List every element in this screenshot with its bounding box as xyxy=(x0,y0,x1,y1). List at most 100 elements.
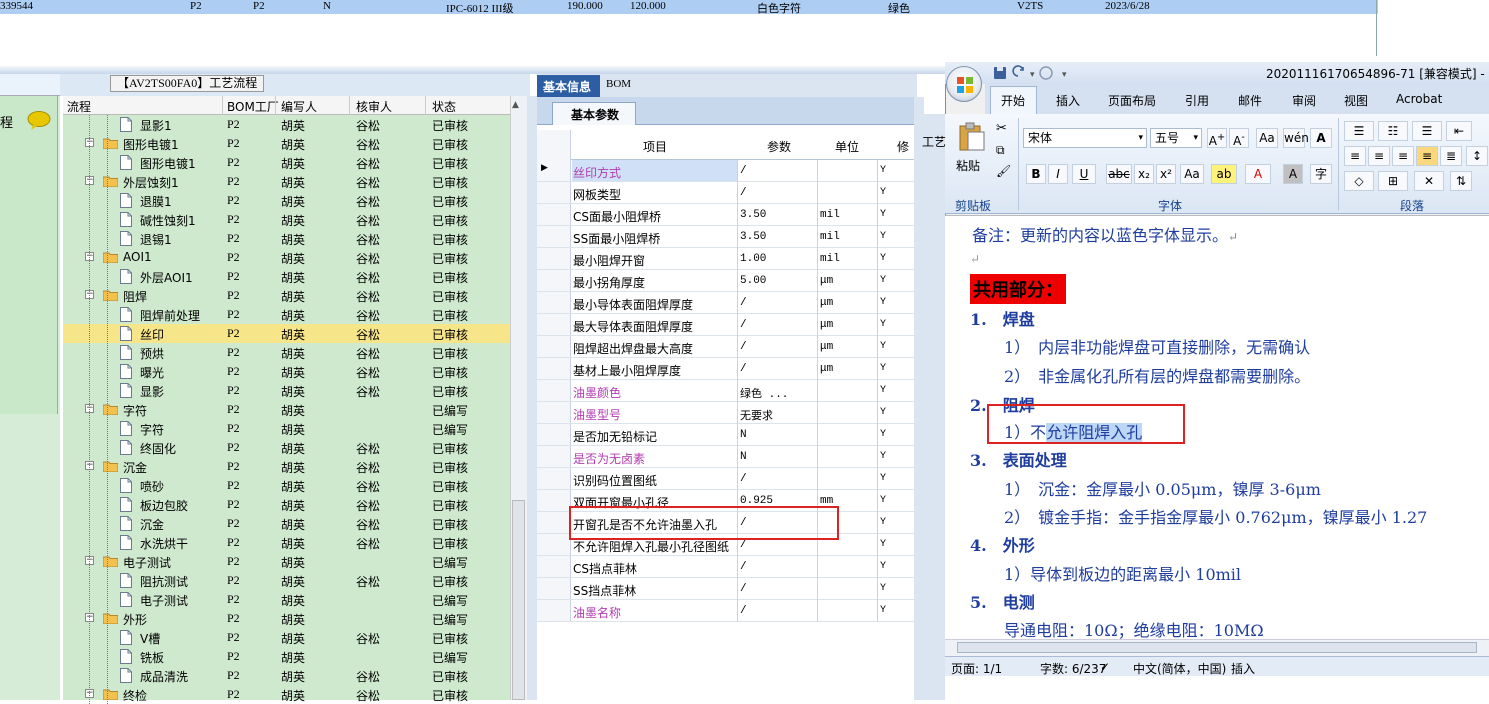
row-indicator[interactable] xyxy=(537,270,571,291)
row-indicator[interactable] xyxy=(537,446,571,467)
col-header-reviewer[interactable]: 核审人 xyxy=(356,98,392,115)
char-shading-button[interactable]: A xyxy=(1283,164,1303,184)
col-header-param[interactable]: 参数 xyxy=(767,138,791,155)
table-row[interactable]: 板边包胶 P2 胡英 谷松 已审核 xyxy=(63,495,510,514)
param-row[interactable]: 最大导体表面阻焊厚度 / μm Y xyxy=(537,314,914,336)
param-row[interactable]: 网板类型 / Y xyxy=(537,182,914,204)
shrink-font-button[interactable]: A- xyxy=(1229,128,1249,148)
param-value[interactable]: N xyxy=(740,451,747,463)
bold-button[interactable]: B xyxy=(1026,164,1046,184)
tab-insert[interactable]: 插入 xyxy=(1056,92,1080,109)
char-border-button[interactable]: A xyxy=(1310,128,1332,148)
table-row[interactable]: 碱性蚀刻1 P2 胡英 谷松 已审核 xyxy=(63,210,510,229)
param-value[interactable]: 5.00 xyxy=(740,275,766,287)
table-row[interactable]: − 图形电镀1 P2 胡英 谷松 已审核 xyxy=(63,134,510,153)
table-row[interactable]: 图形电镀1 P2 胡英 谷松 已审核 xyxy=(63,153,510,172)
font-size-combo[interactable]: 五号 ▾ xyxy=(1150,128,1202,148)
param-row[interactable]: ▶ 丝印方式 / Y xyxy=(537,160,914,182)
row-indicator[interactable] xyxy=(537,534,571,555)
row-indicator[interactable] xyxy=(537,248,571,269)
row-indicator[interactable] xyxy=(537,578,571,599)
status-insert-mode[interactable]: 插入 xyxy=(1231,660,1255,677)
justify-button[interactable]: ≡ xyxy=(1416,146,1438,166)
side-tab-label[interactable]: 工艺 xyxy=(922,133,946,150)
paste-label[interactable]: 粘贴 xyxy=(956,157,980,174)
col-header-edit[interactable]: 修 xyxy=(897,138,909,155)
decrease-indent-button[interactable]: ⇤ xyxy=(1446,121,1472,141)
row-indicator[interactable] xyxy=(537,204,571,225)
tab-page-layout[interactable]: 页面布局 xyxy=(1108,92,1156,109)
bullets-button[interactable]: ☰ xyxy=(1344,121,1374,141)
row-indicator[interactable] xyxy=(537,424,571,445)
col-header-status[interactable]: 状态 xyxy=(432,98,456,115)
param-value[interactable]: / xyxy=(740,187,747,199)
scroll-up-icon[interactable]: ▲ xyxy=(512,100,519,110)
subscript-button[interactable]: x₂ xyxy=(1134,164,1154,184)
table-row[interactable]: 显影1 P2 胡英 谷松 已审核 xyxy=(63,115,510,134)
strikethrough-button[interactable]: abc xyxy=(1106,164,1132,184)
row-indicator[interactable] xyxy=(537,380,571,401)
param-value[interactable]: 3.50 xyxy=(740,209,766,221)
align-center-button[interactable]: ≡ xyxy=(1368,146,1390,166)
top-grid-row[interactable]: 339544 P2 P2 N IPC-6012 III级 190.000 120… xyxy=(0,0,1378,15)
param-row[interactable]: 最小阻焊开窗 1.00 mil Y xyxy=(537,248,914,270)
tab-review[interactable]: 审阅 xyxy=(1292,92,1316,109)
change-case-button[interactable]: Aa xyxy=(1180,164,1204,184)
param-row[interactable]: 油墨颜色 绿色 ... Y xyxy=(537,380,914,402)
table-row[interactable]: 阻焊前处理 P2 胡英 谷松 已审核 xyxy=(63,305,510,324)
shading-button[interactable]: ◇ xyxy=(1344,171,1374,191)
table-row[interactable]: 预烘 P2 胡英 谷松 已审核 xyxy=(63,343,510,362)
paste-icon[interactable] xyxy=(958,122,986,152)
col-header-bom-factory[interactable]: BOM工厂 xyxy=(227,98,279,115)
row-indicator[interactable] xyxy=(537,358,571,379)
table-row[interactable]: 字符 P2 胡英 已编写 xyxy=(63,419,510,438)
table-row[interactable]: − 终检 P2 胡英 谷松 已审核 xyxy=(63,685,510,704)
param-value[interactable]: 绿色 ... xyxy=(740,385,788,401)
numbering-button[interactable]: ☷ xyxy=(1378,121,1408,141)
tab-acrobat[interactable]: Acrobat xyxy=(1396,92,1442,106)
align-right-button[interactable]: ≡ xyxy=(1392,146,1414,166)
row-indicator[interactable] xyxy=(537,292,571,313)
param-row[interactable]: SS面最小阻焊桥 3.50 mil Y xyxy=(537,226,914,248)
param-value[interactable]: / xyxy=(740,561,747,573)
scrollbar-thumb[interactable] xyxy=(512,500,525,700)
left-list-item-label[interactable]: 程 xyxy=(0,112,13,131)
enclose-char-button[interactable]: 字 xyxy=(1310,164,1332,184)
chat-icon[interactable] xyxy=(27,111,51,130)
param-value[interactable]: / xyxy=(740,605,747,617)
office-button[interactable] xyxy=(946,66,982,102)
clear-format-button[interactable]: Aa xyxy=(1256,128,1278,148)
cut-icon[interactable]: ✂ xyxy=(996,121,1007,136)
col-header-writer[interactable]: 编写人 xyxy=(281,98,317,115)
left-list[interactable] xyxy=(0,96,58,414)
param-row[interactable]: 最小导体表面阻焊厚度 / μm Y xyxy=(537,292,914,314)
highlight-color-button[interactable]: ab xyxy=(1211,164,1237,184)
line-spacing-button[interactable]: ↕ xyxy=(1466,146,1488,166)
format-painter-icon[interactable]: 🖌 xyxy=(996,164,1011,178)
param-row[interactable]: 是否加无铅标记 N Y xyxy=(537,424,914,446)
row-indicator[interactable] xyxy=(537,336,571,357)
tab-references[interactable]: 引用 xyxy=(1185,92,1209,109)
table-row[interactable]: − 阻焊 P2 胡英 谷松 已审核 xyxy=(63,286,510,305)
table-row[interactable]: 铣板 P2 胡英 已编写 xyxy=(63,647,510,666)
flow-tree[interactable]: 显影1 P2 胡英 谷松 已审核 − 图形电镀1 P2 胡英 谷松 已审核 图形电镀1 P2 胡英 谷松 已审… xyxy=(63,115,510,704)
param-row[interactable]: CS挡点菲林 / Y xyxy=(537,556,914,578)
param-row[interactable]: 阻焊超出焊盘最大高度 / μm Y xyxy=(537,336,914,358)
status-language[interactable]: 中文(简体，中国) xyxy=(1133,660,1226,677)
row-indicator[interactable] xyxy=(537,314,571,335)
param-value[interactable]: / xyxy=(740,297,747,309)
italic-button[interactable]: I xyxy=(1048,164,1068,184)
table-row[interactable]: 退锡1 P2 胡英 谷松 已审核 xyxy=(63,229,510,248)
table-row[interactable]: 丝印 P2 胡英 谷松 已审核 xyxy=(63,324,510,343)
param-value[interactable]: / xyxy=(740,341,747,353)
status-page[interactable]: 页面: 1/1 xyxy=(951,660,1002,677)
tab-mailings[interactable]: 邮件 xyxy=(1238,92,1262,109)
table-row[interactable]: 显影 P2 胡英 谷松 已审核 xyxy=(63,381,510,400)
distributed-button[interactable]: ≣ xyxy=(1440,146,1462,166)
spellcheck-icon[interactable]: ✓ xyxy=(1100,660,1110,674)
col-header-flow[interactable]: 流程 xyxy=(67,98,91,115)
tab-home[interactable]: 开始 xyxy=(990,86,1037,114)
row-indicator[interactable] xyxy=(537,468,571,489)
param-row[interactable]: CS面最小阻焊桥 3.50 mil Y xyxy=(537,204,914,226)
param-row[interactable]: SS挡点菲林 / Y xyxy=(537,578,914,600)
